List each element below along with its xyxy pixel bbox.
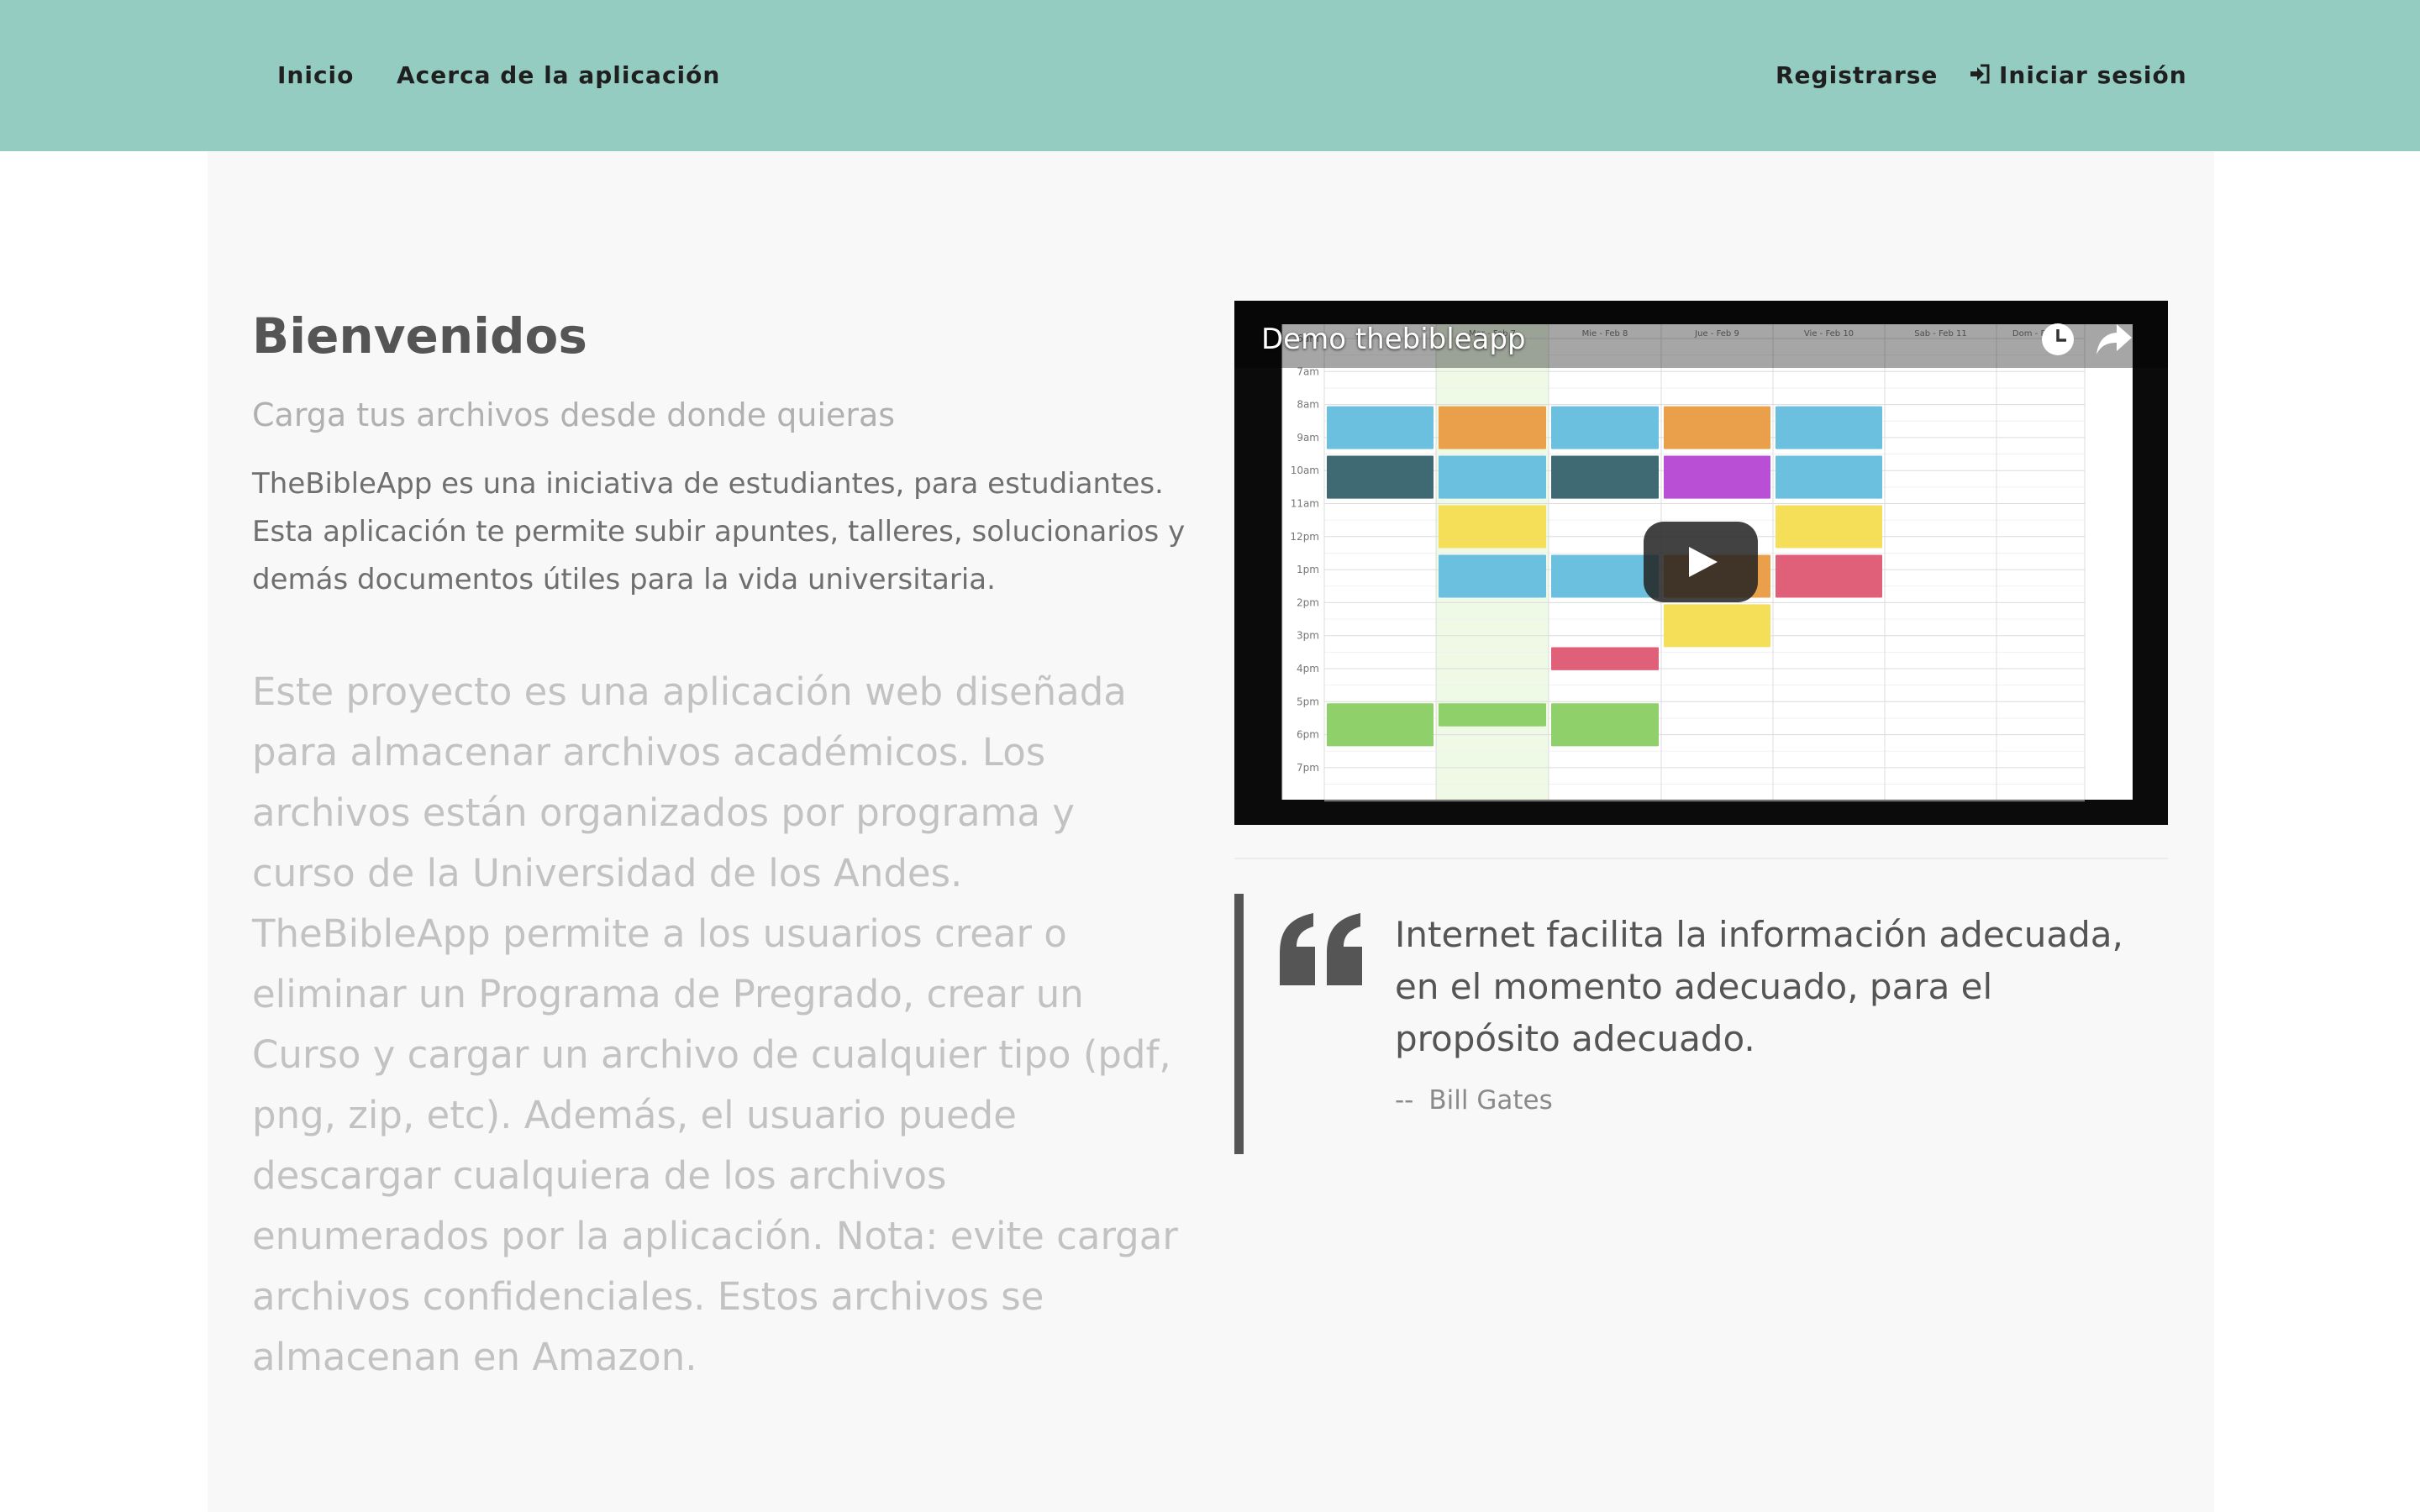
calendar-event-block bbox=[1776, 406, 1882, 449]
calendar-event-block bbox=[1327, 406, 1434, 449]
calendar-event-block bbox=[1439, 455, 1546, 499]
calendar-time-label: 7pm bbox=[1297, 762, 1319, 774]
quote-text: Internet facilita la información adecuad… bbox=[1395, 914, 2123, 1059]
page-title: Bienvenidos bbox=[252, 307, 587, 365]
calendar-time-label: 2pm bbox=[1297, 596, 1319, 608]
calendar-time-label: 11am bbox=[1291, 498, 1319, 510]
calendar-event-block bbox=[1664, 604, 1770, 648]
top-navbar: Inicio Acerca de la aplicación Registrar… bbox=[0, 0, 2420, 151]
quote-author-name: Bill Gates bbox=[1428, 1085, 1553, 1116]
calendar-event-block bbox=[1551, 703, 1659, 747]
calendar-event-block bbox=[1551, 455, 1659, 499]
quote-author: -- Bill Gates bbox=[1395, 1085, 1553, 1116]
nav-login-link[interactable]: Iniciar sesión bbox=[1969, 57, 2187, 94]
page-subtitle: Carga tus archivos desde donde quieras bbox=[252, 396, 896, 433]
calendar-event-block bbox=[1327, 455, 1434, 499]
clock-icon[interactable] bbox=[2038, 319, 2078, 360]
calendar-time-label: 9am bbox=[1297, 432, 1319, 444]
quote-left-icon bbox=[1280, 913, 1362, 985]
nav-home-link[interactable]: Inicio bbox=[277, 57, 354, 94]
quote-dash: -- bbox=[1395, 1085, 1414, 1116]
calendar-event-block bbox=[1551, 554, 1659, 598]
video-embed[interactable]: Mar - Feb 7Mie - Feb 8Jue - Feb 9Vie - F… bbox=[1234, 301, 2168, 825]
intro-paragraph: TheBibleApp es una iniciativa de estudia… bbox=[252, 467, 1186, 596]
calendar-event-block bbox=[1551, 406, 1659, 449]
calendar-event-block bbox=[1327, 703, 1434, 747]
calendar-time-label: 5pm bbox=[1297, 696, 1319, 707]
calendar-event-block bbox=[1439, 703, 1546, 727]
calendar-time-label: 12pm bbox=[1290, 531, 1319, 543]
calendar-event-block bbox=[1776, 455, 1882, 499]
calendar-event-block bbox=[1551, 647, 1659, 670]
calendar-event-block bbox=[1439, 554, 1546, 598]
calendar-time-label: 4pm bbox=[1297, 663, 1319, 675]
blockquote-border bbox=[1234, 894, 1244, 1154]
calendar-time-label: 8am bbox=[1297, 399, 1319, 411]
calendar-time-label: 3pm bbox=[1297, 630, 1319, 642]
calendar-event-block bbox=[1776, 505, 1882, 549]
description-paragraph: Este proyecto es una aplicación web dise… bbox=[252, 669, 1178, 1379]
calendar-event-block bbox=[1439, 406, 1546, 449]
calendar-time-label: 10am bbox=[1291, 465, 1319, 476]
play-icon[interactable] bbox=[1644, 522, 1758, 602]
nav-register-link[interactable]: Registrarse bbox=[1776, 57, 1938, 94]
sign-in-icon bbox=[1970, 64, 1990, 84]
calendar-time-label: 6pm bbox=[1297, 729, 1319, 741]
calendar-event-block bbox=[1664, 406, 1770, 449]
video-title[interactable]: Demo thebibleapp bbox=[1261, 323, 1526, 356]
calendar-event-block bbox=[1439, 505, 1546, 549]
calendar-time-label: 1pm bbox=[1297, 564, 1319, 575]
nav-about-link[interactable]: Acerca de la aplicación bbox=[397, 57, 720, 94]
calendar-event-block bbox=[1776, 554, 1882, 598]
nav-login-label: Iniciar sesión bbox=[1999, 61, 2187, 89]
calendar-event-block bbox=[1664, 455, 1770, 499]
section-divider bbox=[1234, 858, 2168, 859]
share-icon[interactable] bbox=[2095, 323, 2133, 356]
